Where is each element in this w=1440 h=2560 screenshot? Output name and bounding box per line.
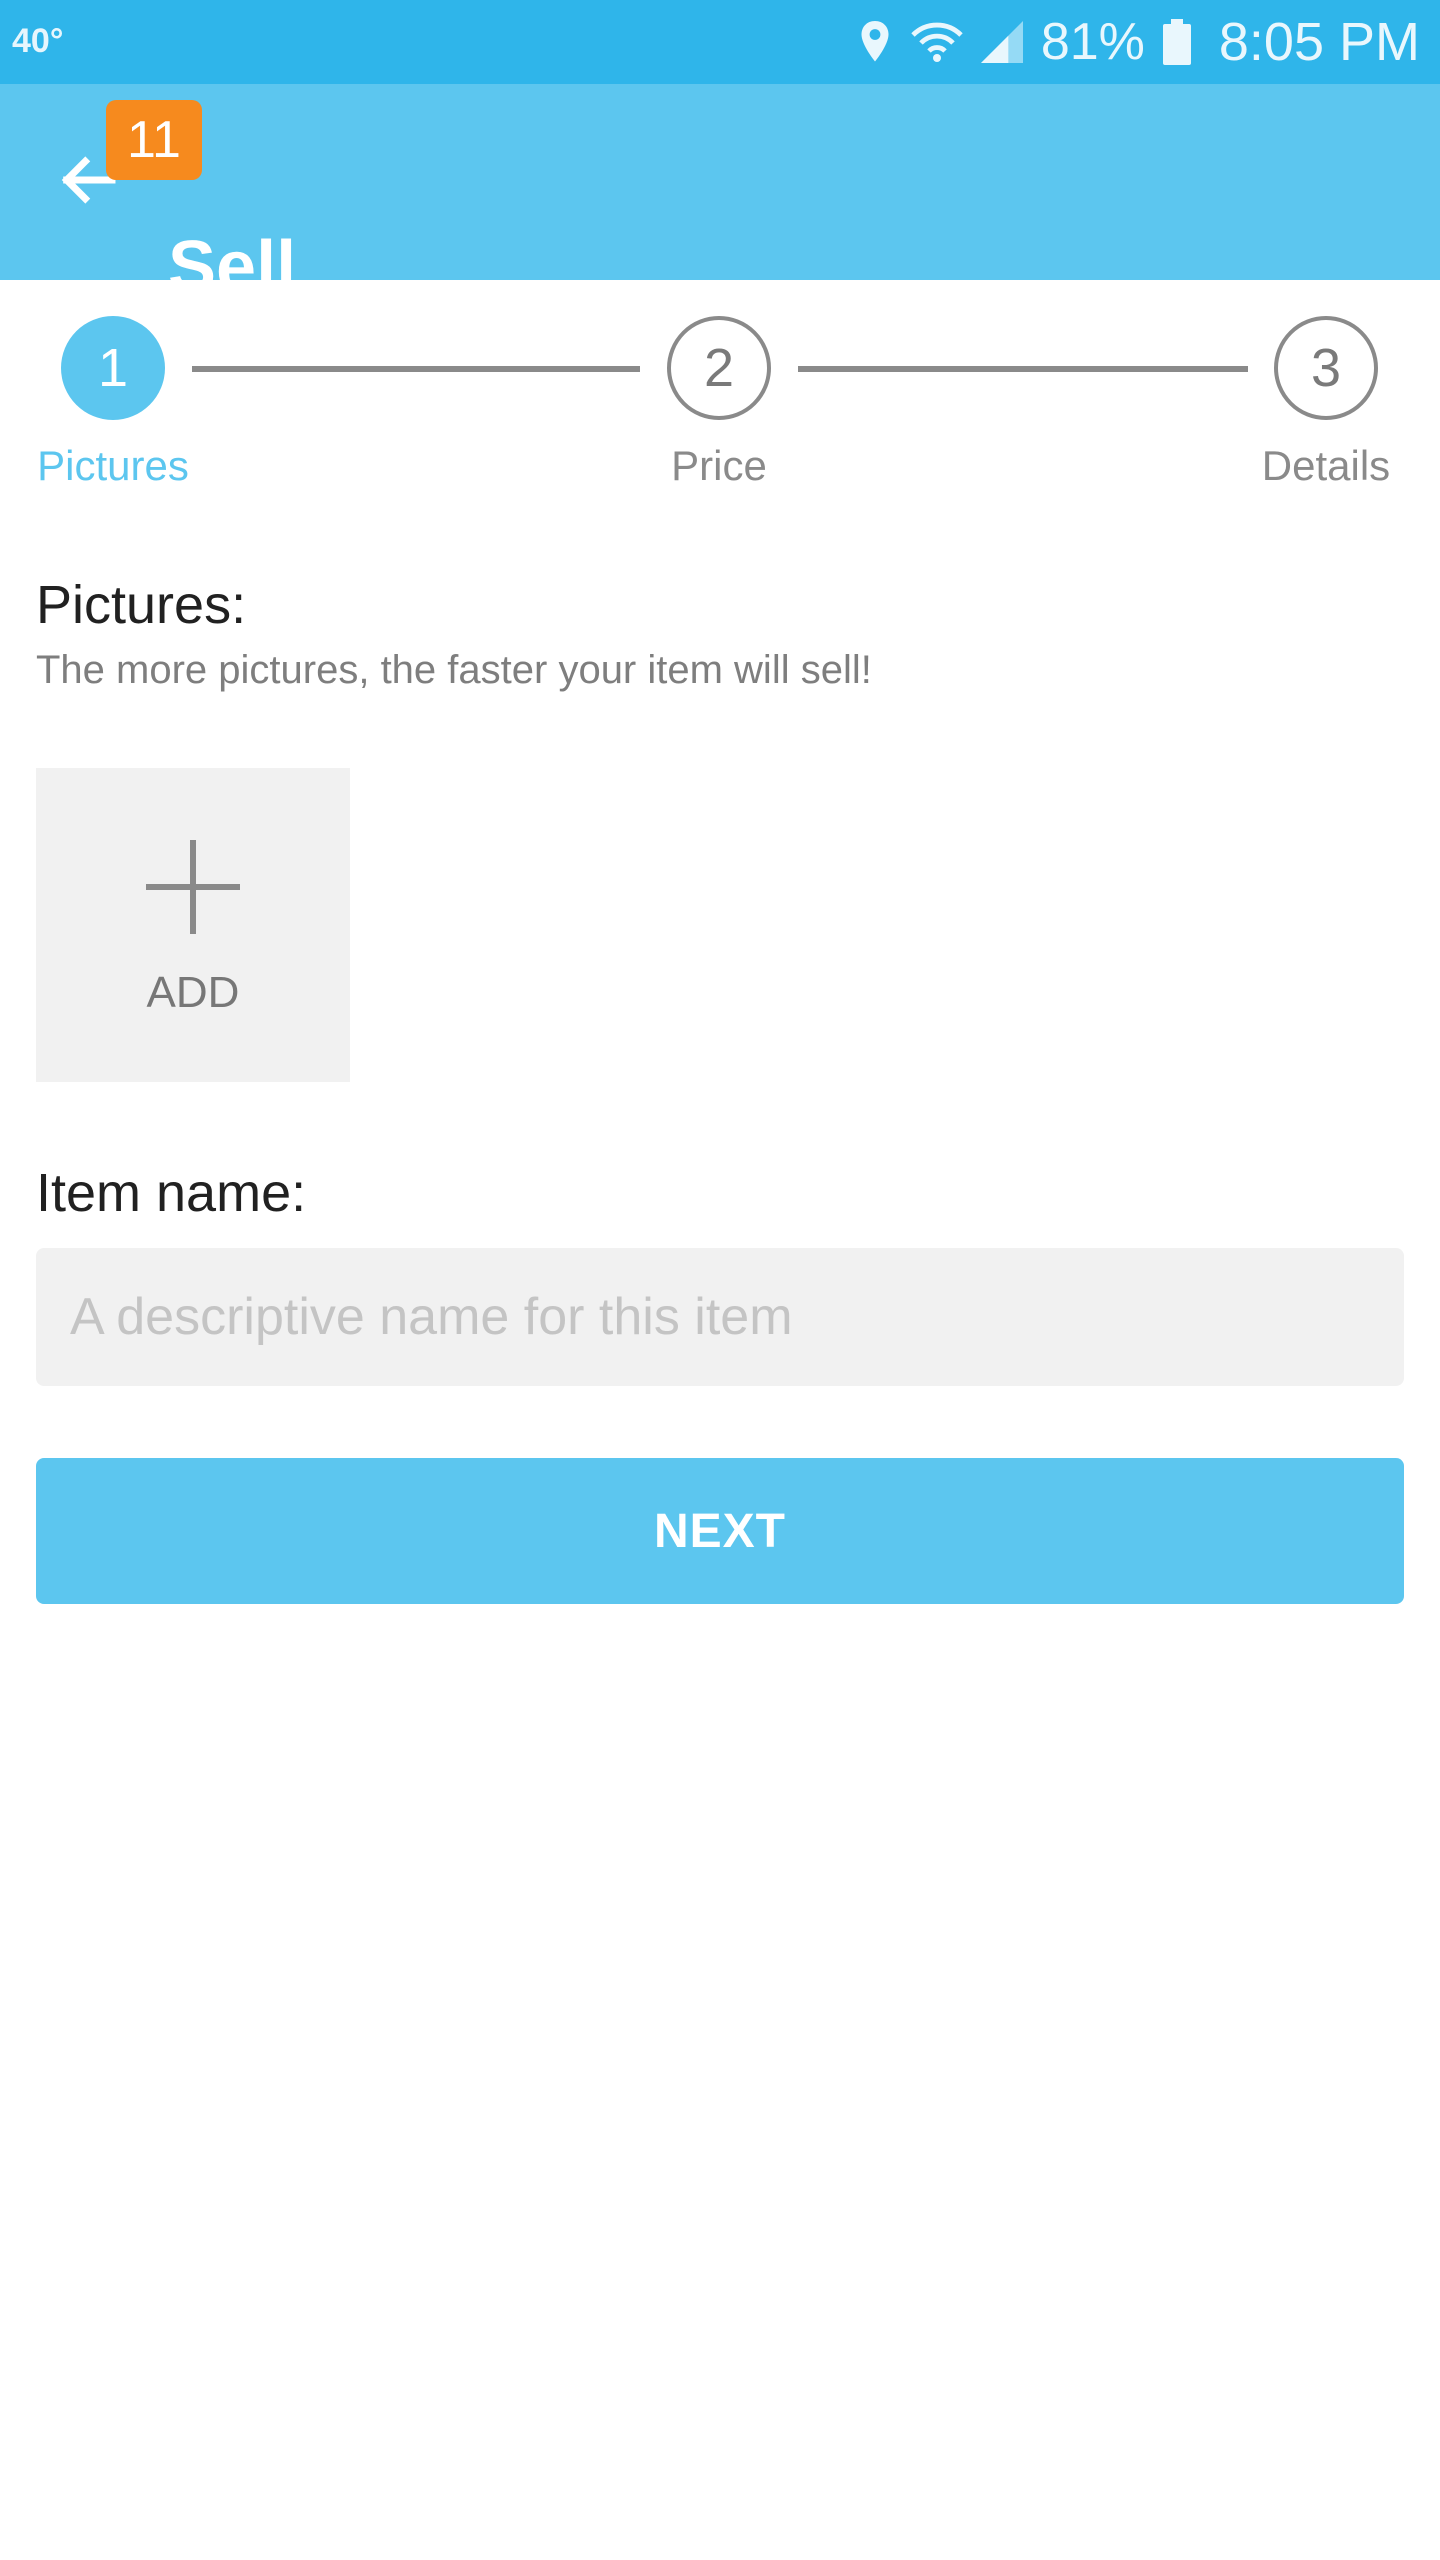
step-1-circle[interactable]: 1 xyxy=(61,316,165,420)
item-name-heading: Item name: xyxy=(36,1163,307,1223)
step-2-circle[interactable]: 2 xyxy=(667,316,771,420)
battery-percent: 81% xyxy=(1040,13,1145,71)
step-3-circle[interactable]: 3 xyxy=(1274,316,1378,420)
step-1-label: Pictures xyxy=(37,442,189,489)
next-button[interactable]: NEXT xyxy=(36,1458,1404,1604)
page-title: Sell xyxy=(168,227,297,307)
step-connector-2 xyxy=(798,366,1248,372)
add-picture-button[interactable]: ADD xyxy=(36,768,350,1082)
location-icon xyxy=(857,19,893,65)
status-temperature: 40° xyxy=(12,22,64,60)
notification-badge: 11 xyxy=(106,100,202,180)
status-time: 8:05 PM xyxy=(1218,12,1420,72)
wifi-icon xyxy=(911,21,963,63)
battery-icon xyxy=(1162,19,1191,65)
item-name-input[interactable] xyxy=(36,1248,1404,1386)
app-bar: Sell xyxy=(0,84,1440,307)
add-picture-label: ADD xyxy=(146,968,240,1017)
pictures-heading: Pictures: xyxy=(36,575,247,635)
step-3-label: Details xyxy=(1261,442,1391,489)
status-bar: 40° 81% 8:05 PM xyxy=(0,0,1440,84)
signal-icon xyxy=(980,21,1023,63)
plus-icon xyxy=(146,840,240,939)
step-2-label: Price xyxy=(671,442,767,489)
pictures-subtitle: The more pictures, the faster your item … xyxy=(36,648,872,692)
status-icons: 81% 8:05 PM xyxy=(857,0,1420,84)
step-connector-1 xyxy=(192,366,640,372)
